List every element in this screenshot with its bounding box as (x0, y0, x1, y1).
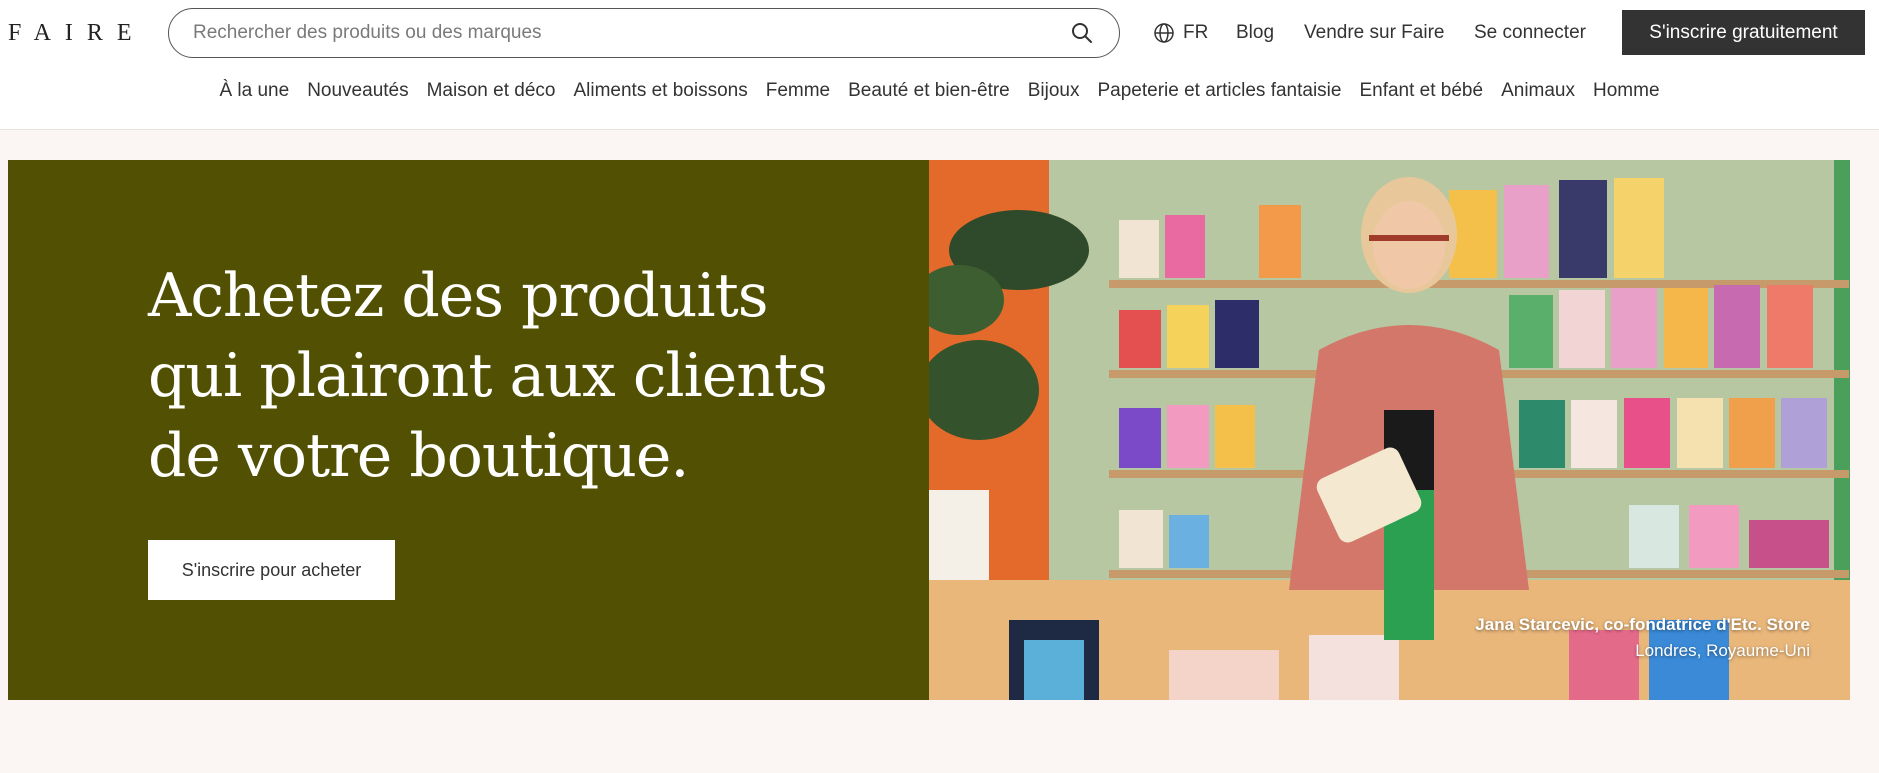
site-header: FAIRE FR Blog Vendre sur Faire Se connec… (0, 0, 1879, 130)
category-kids-baby[interactable]: Enfant et bébé (1359, 80, 1483, 120)
category-beauty-wellness[interactable]: Beauté et bien-être (848, 80, 1010, 120)
signup-button[interactable]: S'inscrire gratuitement (1622, 10, 1865, 55)
category-jewelry[interactable]: Bijoux (1028, 80, 1080, 120)
category-men[interactable]: Homme (1593, 80, 1660, 120)
language-selector[interactable]: FR (1153, 0, 1208, 66)
category-new[interactable]: Nouveautés (307, 80, 408, 120)
category-featured[interactable]: À la une (219, 80, 289, 120)
search-icon[interactable] (1069, 20, 1095, 46)
category-nav: À la une Nouveautés Maison et déco Alime… (0, 80, 1879, 120)
hero-photo: Jana Starcevic, co-fondatrice d'Etc. Sto… (929, 160, 1850, 700)
caption-location: Londres, Royaume-Uni (1635, 641, 1810, 660)
search-bar[interactable] (168, 8, 1120, 58)
blog-link[interactable]: Blog (1236, 0, 1274, 66)
sell-on-faire-link[interactable]: Vendre sur Faire (1304, 0, 1444, 66)
login-link[interactable]: Se connecter (1474, 0, 1586, 66)
photo-caption: Jana Starcevic, co-fondatrice d'Etc. Sto… (1475, 612, 1810, 664)
category-home-decor[interactable]: Maison et déco (427, 80, 556, 120)
category-pets[interactable]: Animaux (1501, 80, 1575, 120)
signup-to-shop-button[interactable]: S'inscrire pour acheter (148, 540, 395, 600)
hero-banner: Achetez des produits qui plairont aux cl… (8, 160, 1850, 700)
category-women[interactable]: Femme (766, 80, 830, 120)
faire-logo[interactable]: FAIRE (8, 20, 146, 47)
search-input[interactable] (193, 22, 1069, 44)
caption-name: Jana Starcevic, co-fondatrice d'Etc. Sto… (1475, 615, 1810, 634)
hero-text-panel: Achetez des produits qui plairont aux cl… (8, 160, 929, 700)
globe-icon (1153, 22, 1175, 44)
category-stationery[interactable]: Papeterie et articles fantaisie (1098, 80, 1342, 120)
language-label: FR (1183, 22, 1209, 43)
category-food-drink[interactable]: Aliments et boissons (573, 80, 747, 120)
hero-headline: Achetez des produits qui plairont aux cl… (148, 261, 828, 491)
